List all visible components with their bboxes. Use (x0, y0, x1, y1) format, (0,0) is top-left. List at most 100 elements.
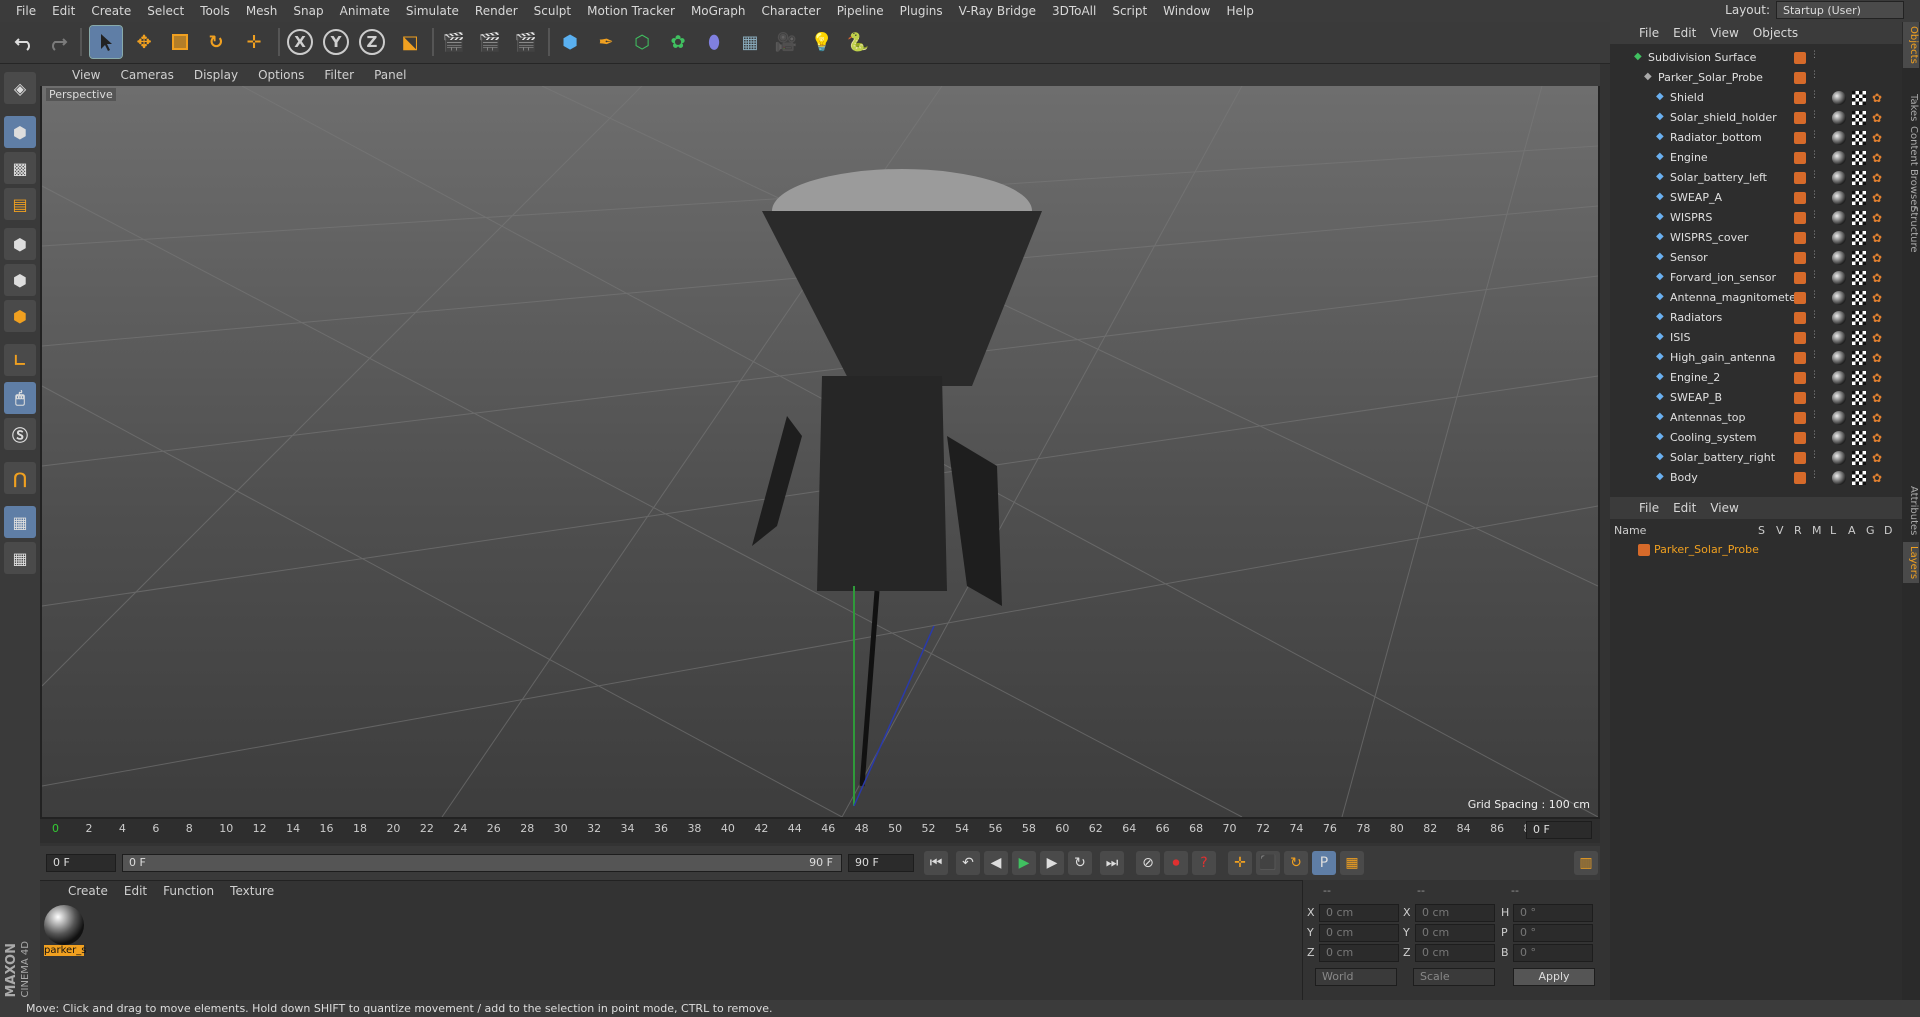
coord-field[interactable]: 0 cm (1319, 924, 1399, 942)
layer-tag-icon[interactable] (1794, 92, 1806, 104)
layer-menu-view[interactable]: View (1703, 501, 1745, 515)
side-tab-attributes[interactable]: Attributes (1903, 482, 1919, 539)
material-tag-icon[interactable] (1832, 111, 1846, 125)
menu-snap[interactable]: Snap (285, 4, 331, 18)
layer-tag-icon[interactable] (1794, 252, 1806, 264)
object-row[interactable]: ◆ Radiator_bottom ⋮ ✿ (1610, 128, 1902, 148)
layer-tag-icon[interactable] (1794, 132, 1806, 144)
material-tag-icon[interactable] (1832, 251, 1846, 265)
layer-tag-icon[interactable] (1794, 352, 1806, 364)
visibility-dots-icon[interactable]: ⋮ (1810, 230, 1819, 240)
layer-tag-icon[interactable] (1794, 432, 1806, 444)
uvw-tag-icon[interactable]: ✿ (1872, 191, 1886, 205)
viewport-menu-display[interactable]: Display (184, 68, 248, 82)
visibility-dots-icon[interactable]: ⋮ (1810, 450, 1819, 460)
material-tag-icon[interactable] (1832, 271, 1846, 285)
magnet-icon[interactable]: ⋂ (4, 462, 36, 494)
object-row[interactable]: ◆ Engine_2 ⋮ ✿ (1610, 368, 1902, 388)
lock-workplane-icon[interactable]: ▦ (4, 506, 36, 538)
world-select[interactable]: World (1315, 968, 1397, 986)
planar-workplane-icon[interactable]: ▦ (4, 542, 36, 574)
subdivision-icon[interactable]: ⬡ (626, 26, 658, 58)
menu-simulate[interactable]: Simulate (398, 4, 467, 18)
object-row[interactable]: ◆ WISPRS ⋮ ✿ (1610, 208, 1902, 228)
object-row[interactable]: ◆ High_gain_antenna ⋮ ✿ (1610, 348, 1902, 368)
points-mode-icon[interactable]: ⬢ (4, 228, 36, 260)
uvw-tag-icon[interactable]: ✿ (1872, 471, 1886, 485)
visibility-dots-icon[interactable]: ⋮ (1810, 370, 1819, 380)
material-menu-create[interactable]: Create (60, 884, 116, 898)
axis-mode-icon[interactable]: ∟ (4, 344, 36, 376)
coord-field[interactable]: 0 cm (1319, 904, 1399, 922)
texture-tag-icon[interactable] (1852, 271, 1866, 285)
layer-tag-icon[interactable] (1794, 392, 1806, 404)
uvw-tag-icon[interactable]: ✿ (1872, 351, 1886, 365)
layer-tag-icon[interactable] (1794, 192, 1806, 204)
side-tab-content-browser[interactable]: Content Browser (1903, 122, 1919, 213)
apply-button[interactable]: Apply (1513, 968, 1595, 986)
floor-icon[interactable]: ▦ (734, 26, 766, 58)
visibility-dots-icon[interactable]: ⋮ (1810, 90, 1819, 100)
texture-tag-icon[interactable] (1852, 471, 1866, 485)
texture-tag-icon[interactable] (1852, 451, 1866, 465)
cube-icon[interactable]: ⬢ (554, 26, 586, 58)
material-swatch[interactable]: parker_s (44, 905, 87, 959)
object-row[interactable]: ◆ Solar_battery_right ⋮ ✿ (1610, 448, 1902, 468)
key-rotation-icon[interactable]: ↻ (1284, 851, 1308, 875)
texture-tag-icon[interactable] (1852, 171, 1866, 185)
menu-edit[interactable]: Edit (44, 4, 83, 18)
autokey-icon[interactable]: ⏺ (1164, 851, 1188, 875)
uvw-tag-icon[interactable]: ✿ (1872, 91, 1886, 105)
layer-tag-icon[interactable] (1794, 152, 1806, 164)
layer-tag-icon[interactable] (1794, 292, 1806, 304)
object-menu-view[interactable]: View (1703, 26, 1745, 40)
texture-tag-icon[interactable] (1852, 291, 1866, 305)
visibility-dots-icon[interactable]: ⋮ (1810, 170, 1819, 180)
texture-tag-icon[interactable] (1852, 351, 1866, 365)
object-row[interactable]: ◆ Cooling_system ⋮ ✿ (1610, 428, 1902, 448)
uvw-tag-icon[interactable]: ✿ (1872, 131, 1886, 145)
menu-plugins[interactable]: Plugins (892, 4, 951, 18)
texture-tag-icon[interactable] (1852, 251, 1866, 265)
texture-tag-icon[interactable] (1852, 371, 1866, 385)
key-scale-icon[interactable]: ⬛ (1256, 851, 1280, 875)
texture-tag-icon[interactable] (1852, 331, 1866, 345)
material-tag-icon[interactable] (1832, 231, 1846, 245)
menu-3dtoall[interactable]: 3DToAll (1044, 4, 1104, 18)
visibility-dots-icon[interactable]: ⋮ (1810, 310, 1819, 320)
z-axis-lock[interactable]: Z (356, 26, 388, 58)
object-row[interactable]: ◆ Antenna_magnitometer ⋮ ✿ (1610, 288, 1902, 308)
edges-mode-icon[interactable]: ⬢ (4, 264, 36, 296)
visibility-dots-icon[interactable]: ⋮ (1810, 110, 1819, 120)
uvw-tag-icon[interactable]: ✿ (1872, 311, 1886, 325)
redo-icon[interactable] (42, 26, 74, 58)
render-settings-icon[interactable]: 🎬 (510, 26, 542, 58)
prev-frame-icon[interactable]: ◀ (984, 851, 1008, 875)
layer-tag-icon[interactable] (1794, 232, 1806, 244)
object-menu-edit[interactable]: Edit (1666, 26, 1703, 40)
rotate-tool-icon[interactable]: ↻ (200, 26, 232, 58)
loop-icon[interactable]: ↻ (1068, 851, 1092, 875)
layer-tag-icon[interactable] (1794, 452, 1806, 464)
layer-tag-icon[interactable] (1794, 212, 1806, 224)
menu-file[interactable]: File (8, 4, 44, 18)
material-tag-icon[interactable] (1832, 331, 1846, 345)
layer-menu-edit[interactable]: Edit (1666, 501, 1703, 515)
visibility-dots-icon[interactable]: ⋮ (1810, 430, 1819, 440)
object-row[interactable]: ◆ Forvard_ion_sensor ⋮ ✿ (1610, 268, 1902, 288)
layer-tag-icon[interactable] (1794, 312, 1806, 324)
menu-help[interactable]: Help (1218, 4, 1261, 18)
material-tag-icon[interactable] (1832, 91, 1846, 105)
layer-menu-file[interactable]: File (1632, 501, 1666, 515)
uvw-tag-icon[interactable]: ✿ (1872, 371, 1886, 385)
viewport-menu-options[interactable]: Options (248, 68, 314, 82)
uvw-tag-icon[interactable]: ✿ (1872, 431, 1886, 445)
menu-select[interactable]: Select (139, 4, 192, 18)
object-row[interactable]: ◆ Solar_shield_holder ⋮ ✿ (1610, 108, 1902, 128)
coord-field[interactable]: 0 ° (1513, 944, 1593, 962)
material-tag-icon[interactable] (1832, 471, 1846, 485)
viewport-menu-filter[interactable]: Filter (314, 68, 364, 82)
visibility-dots-icon[interactable]: ⋮ (1810, 290, 1819, 300)
uvw-tag-icon[interactable]: ✿ (1872, 231, 1886, 245)
uvw-tag-icon[interactable]: ✿ (1872, 171, 1886, 185)
